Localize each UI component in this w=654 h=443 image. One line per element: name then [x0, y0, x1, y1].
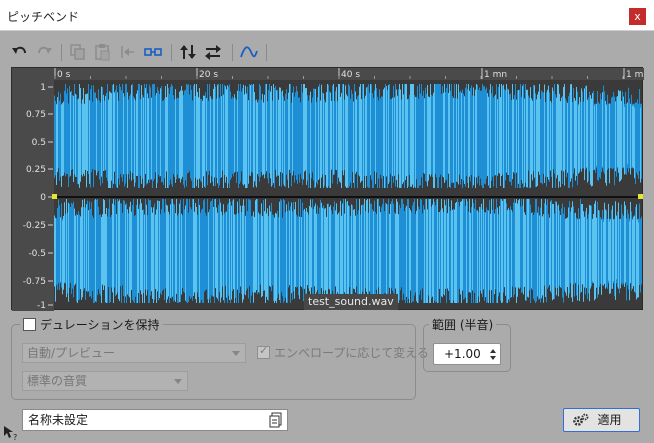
curve-button[interactable]: [239, 42, 259, 62]
chevron-down-icon: [232, 351, 240, 356]
waveform-canvas: 0 s 20 s 40 s 1 mn 1 m 1 0.75 0.5 0.25 0 -0.25 -0.5…: [12, 68, 644, 311]
toolbar-separator: [266, 44, 267, 61]
paste-button[interactable]: [92, 42, 112, 62]
mode-select-value: 自動/プレビュー: [27, 346, 116, 360]
svg-text:?: ?: [13, 433, 17, 441]
ruler-tick-label: 40 s: [341, 70, 360, 80]
apply-button[interactable]: 適用: [563, 408, 640, 432]
amplitude-label: -0.5: [28, 249, 46, 259]
paste-icon: [95, 44, 110, 61]
title-bar: ピッチベンド x: [0, 0, 654, 31]
gear-icon: [573, 413, 589, 426]
toolbar-separator: [232, 44, 233, 61]
window-title: ピッチベンド: [7, 10, 80, 24]
flip-vertical-button[interactable]: [178, 42, 198, 62]
flip-vertical-icon: [180, 45, 196, 59]
amplitude-label: -0.25: [23, 221, 46, 231]
go-to-start-icon: [121, 46, 134, 58]
envelope-end-point: [638, 194, 643, 199]
keep-duration-label: デュレーションを保持: [40, 318, 160, 332]
context-help-icon[interactable]: ?: [3, 425, 19, 441]
apply-button-label: 適用: [597, 413, 622, 427]
time-ruler: [12, 68, 644, 80]
swap-button[interactable]: [203, 42, 223, 62]
envelope-start-point: [52, 194, 57, 199]
preset-name-field[interactable]: 名称未設定: [22, 409, 288, 431]
ruler-tick-label: 1 m: [626, 70, 643, 80]
amplitude-label: 0: [40, 193, 46, 203]
stepper-down-icon[interactable]: [490, 356, 496, 360]
envelope-checkbox[interactable]: エンベロープに応じて変える: [257, 344, 429, 361]
undo-icon: [12, 46, 26, 54]
toolbar-separator: [61, 44, 62, 61]
amplitude-label: -0.75: [23, 277, 46, 287]
envelope-checkbox-box[interactable]: [257, 344, 270, 359]
preset-menu-icon[interactable]: [269, 412, 283, 428]
stepper-up-icon[interactable]: [490, 349, 496, 353]
copy-icon: [70, 44, 85, 60]
semitone-range-stepper[interactable]: +1.00: [433, 343, 501, 365]
go-to-start-button[interactable]: [118, 42, 138, 62]
amplitude-label: 0.5: [32, 138, 46, 148]
curve-icon: [240, 46, 258, 58]
ruler-tick-label: 1 mn: [484, 70, 507, 80]
waveform-editor[interactable]: 0 s 20 s 40 s 1 mn 1 m 1 0.75 0.5 0.25 0 -0.25 -0.5…: [11, 67, 644, 311]
link-button[interactable]: [143, 42, 163, 62]
file-name-label: test_sound.wav: [304, 294, 398, 310]
range-legend: 範囲 (半音): [429, 316, 497, 333]
amplitude-label: 0.25: [26, 165, 46, 175]
undo-button[interactable]: [10, 42, 30, 62]
keep-duration-checkbox[interactable]: [23, 318, 36, 331]
ruler-tick-label: 20 s: [199, 70, 218, 80]
toolbar-separator: [171, 44, 172, 61]
swap-icon: [205, 45, 221, 60]
chevron-down-icon: [174, 379, 182, 384]
copy-button[interactable]: [68, 42, 88, 62]
redo-icon: [38, 46, 52, 54]
close-button[interactable]: x: [629, 8, 646, 25]
mode-select[interactable]: 自動/プレビュー: [22, 343, 246, 363]
semitone-range-value: +1.00: [444, 347, 481, 361]
amplitude-label: 1: [40, 83, 46, 93]
redo-button[interactable]: [34, 42, 54, 62]
amplitude-label: 0.75: [26, 110, 46, 120]
quality-select[interactable]: 標準の音質: [22, 371, 188, 391]
link-icon: [144, 48, 162, 56]
preset-name-value: 名称未設定: [28, 413, 89, 427]
quality-select-value: 標準の音質: [27, 374, 88, 388]
amplitude-label: -1: [37, 301, 46, 311]
duration-legend[interactable]: デュレーションを保持: [20, 316, 163, 333]
envelope-checkbox-label: エンベロープに応じて変える: [274, 346, 429, 360]
ruler-tick-label: 0 s: [57, 70, 71, 80]
